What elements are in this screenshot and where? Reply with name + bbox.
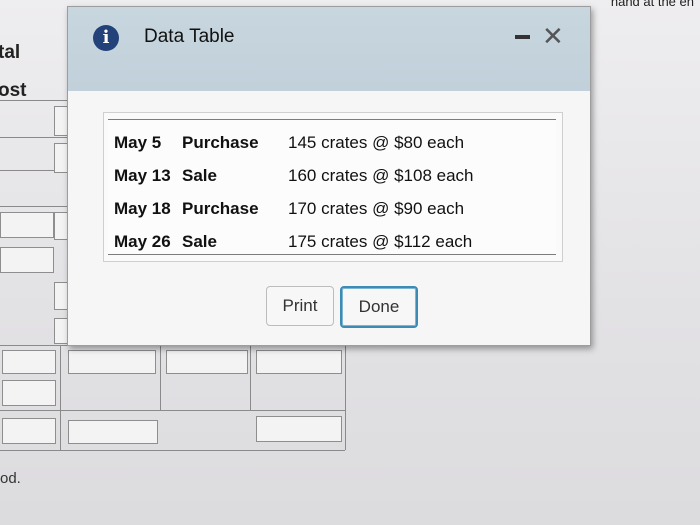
grid-input[interactable]: [0, 247, 54, 273]
grid-line: [0, 410, 345, 411]
grid-line: [0, 450, 345, 451]
grid-input[interactable]: [54, 143, 68, 173]
row-date: May 26: [114, 231, 171, 251]
grid-line: [0, 137, 70, 138]
table-row: May 5 Purchase 145 crates @ $80 each: [114, 126, 474, 159]
data-table-frame: May 5 Purchase 145 crates @ $80 each May…: [103, 112, 563, 262]
grid-input[interactable]: [166, 350, 248, 374]
table-row: May 18 Purchase 170 crates @ $90 each: [114, 192, 474, 225]
table-row: May 13 Sale 160 crates @ $108 each: [114, 159, 474, 192]
transactions-table: May 5 Purchase 145 crates @ $80 each May…: [114, 126, 474, 258]
table-row: May 26 Sale 175 crates @ $112 each: [114, 225, 474, 258]
grid-input[interactable]: [256, 350, 342, 374]
grid-input[interactable]: [2, 380, 56, 406]
row-type: Purchase: [182, 132, 259, 152]
dialog-titlebar: i Data Table ✕: [68, 7, 590, 91]
grid-input[interactable]: [54, 282, 68, 310]
background-top-text: nand at the en: [610, 0, 694, 9]
grid-line: [0, 100, 70, 101]
grid-line: [0, 206, 70, 207]
done-button[interactable]: Done: [340, 286, 418, 328]
row-detail: 145 crates @ $80 each: [288, 132, 465, 152]
background-label-cost: ost: [0, 80, 27, 101]
grid-line: [250, 345, 251, 410]
data-table-dialog: i Data Table ✕ May 5 Purchase 145 crates…: [67, 6, 591, 346]
grid-line: [60, 345, 61, 450]
row-detail: 160 crates @ $108 each: [288, 165, 474, 185]
data-table: May 5 Purchase 145 crates @ $80 each May…: [108, 119, 556, 255]
row-type: Sale: [182, 165, 217, 185]
grid-input[interactable]: [68, 350, 156, 374]
dialog-title: Data Table: [144, 26, 235, 47]
grid-input[interactable]: [0, 212, 54, 238]
grid-input[interactable]: [2, 418, 56, 444]
row-type: Purchase: [182, 198, 259, 218]
row-date: May 13: [114, 165, 171, 185]
grid-input[interactable]: [2, 350, 56, 374]
grid-input[interactable]: [68, 420, 158, 444]
close-icon[interactable]: ✕: [542, 23, 564, 49]
background-label-total: tal: [0, 42, 21, 63]
grid-line: [160, 345, 161, 410]
row-type: Sale: [182, 231, 217, 251]
info-icon: i: [93, 25, 119, 51]
row-detail: 175 crates @ $112 each: [288, 231, 473, 251]
row-date: May 18: [114, 198, 171, 218]
grid-line: [345, 345, 346, 450]
minimize-icon[interactable]: [515, 35, 530, 39]
grid-input[interactable]: [54, 106, 68, 136]
grid-input[interactable]: [256, 416, 342, 442]
print-button[interactable]: Print: [266, 286, 334, 326]
background-footer-text: od.: [0, 470, 21, 487]
grid-input[interactable]: [54, 212, 68, 240]
row-detail: 170 crates @ $90 each: [288, 198, 465, 218]
row-date: May 5: [114, 132, 162, 152]
grid-input[interactable]: [54, 318, 68, 344]
